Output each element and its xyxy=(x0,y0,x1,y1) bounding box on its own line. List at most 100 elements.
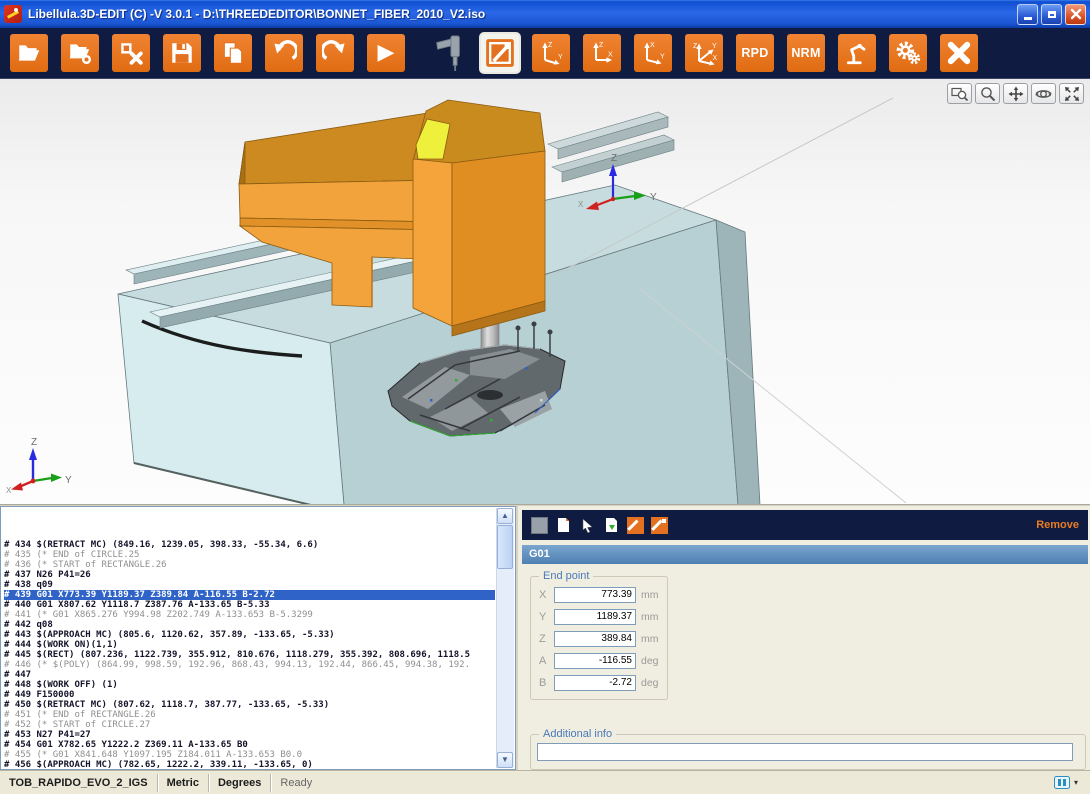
gcode-line[interactable]: # 434 $(RETRACT MC) (849.16, 1239.05, 39… xyxy=(4,540,495,550)
gcode-line[interactable]: # 441 (* G01 X865.276 Y994.98 Z202.749 A… xyxy=(4,610,495,620)
status-units: Metric xyxy=(158,774,209,792)
gcode-line[interactable]: # 451 (* END of RECTANGLE.26 xyxy=(4,710,495,720)
close-file-icon xyxy=(118,40,144,66)
gcode-line[interactable]: # 454 G01 X782.65 Y1222.2 Z369.11 A-133.… xyxy=(4,740,495,750)
save-copy-button[interactable] xyxy=(214,34,252,72)
minimize-button[interactable] xyxy=(1017,4,1038,25)
gcode-line[interactable]: # 453 N27 P41=27 xyxy=(4,730,495,740)
gcode-line[interactable]: # 452 (* START of CIRCLE.27 xyxy=(4,720,495,730)
zoom-window-button[interactable] xyxy=(947,83,972,104)
y-input[interactable]: 1189.37 xyxy=(554,609,636,625)
view-zx-button[interactable]: Z X xyxy=(583,34,621,72)
close-file-button[interactable] xyxy=(112,34,150,72)
scroll-down-button[interactable]: ▼ xyxy=(497,752,513,768)
rpd-button[interactable]: RPD xyxy=(736,34,774,72)
gcode-line[interactable]: # 437 N26 P41=26 xyxy=(4,570,495,580)
redo-button[interactable] xyxy=(316,34,354,72)
save-button[interactable] xyxy=(163,34,201,72)
title-bar[interactable]: Libellula.3D-EDIT (C) -V 3.0.1 - D:\THRE… xyxy=(0,0,1090,28)
b-label: B xyxy=(539,677,554,689)
settings-button[interactable] xyxy=(889,34,927,72)
fit-view-button[interactable] xyxy=(1059,83,1084,104)
svg-text:Y: Y xyxy=(65,475,72,486)
new-line-icon[interactable] xyxy=(555,517,572,534)
torch-icon xyxy=(432,33,466,73)
select-icon[interactable] xyxy=(579,517,596,534)
viewport-3d[interactable]: Z Y X Z Y X xyxy=(0,78,1090,504)
additional-info-input[interactable] xyxy=(537,743,1073,761)
gcode-line[interactable]: # 436 (* START of RECTANGLE.26 xyxy=(4,560,495,570)
block-title: G01 xyxy=(529,548,550,560)
run-button[interactable]: ▶ xyxy=(367,34,405,72)
view-xy-button[interactable]: X Y xyxy=(634,34,672,72)
gcode-line[interactable]: # 442 q08 xyxy=(4,620,495,630)
svg-text:Y: Y xyxy=(558,54,563,61)
gcode-line[interactable]: # 443 $(APPROACH MC) (805.6, 1120.62, 35… xyxy=(4,630,495,640)
svg-text:X: X xyxy=(650,42,655,49)
scroll-up-button[interactable]: ▲ xyxy=(497,508,513,524)
gcode-line[interactable]: # 450 $(RETRACT MC) (807.62, 1118.7, 387… xyxy=(4,700,495,710)
gcode-panel[interactable]: # 434 $(RETRACT MC) (849.16, 1239.05, 39… xyxy=(0,506,516,770)
gcode-line[interactable]: # 447 xyxy=(4,670,495,680)
gcode-line[interactable]: # 438 q09 xyxy=(4,580,495,590)
b-unit: deg xyxy=(641,677,659,689)
view-iso-button[interactable]: Z Y X xyxy=(685,34,723,72)
svg-text:Z: Z xyxy=(693,43,698,50)
y-unit: mm xyxy=(641,611,659,623)
grid-icon[interactable] xyxy=(531,517,548,534)
open-file-button[interactable] xyxy=(10,34,48,72)
y-label: Y xyxy=(539,611,554,623)
svg-text:Z: Z xyxy=(611,153,617,164)
remove-button[interactable]: Remove xyxy=(1036,519,1079,531)
insert-line-icon[interactable] xyxy=(603,517,620,534)
viewport-controls xyxy=(947,83,1084,104)
gcode-line[interactable]: # 445 $(RECT) (807.236, 1122.739, 355.91… xyxy=(4,650,495,660)
nrm-button[interactable]: NRM xyxy=(787,34,825,72)
gcode-line[interactable]: # 446 (* $(POLY) (864.99, 998.59, 192.96… xyxy=(4,660,495,670)
restore-button[interactable] xyxy=(1041,4,1062,25)
additional-info-legend: Additional info xyxy=(539,727,616,741)
zoom-button[interactable] xyxy=(975,83,1000,104)
layout-panels-icon[interactable] xyxy=(1054,776,1070,789)
z-input[interactable]: 389.84 xyxy=(554,631,636,647)
view-zy-button[interactable]: Z Y xyxy=(532,34,570,72)
edit-line-icon[interactable] xyxy=(627,517,644,534)
edit-geometry-icon[interactable] xyxy=(651,517,668,534)
close-button[interactable] xyxy=(1065,4,1086,25)
verify-toggle-button[interactable] xyxy=(481,34,519,72)
gcode-line[interactable]: # 448 $(WORK OFF) (1) xyxy=(4,680,495,690)
open-drawing-button[interactable] xyxy=(61,34,99,72)
b-input[interactable]: -2.72 xyxy=(554,675,636,691)
axis-triad-world: Z Y X xyxy=(6,437,72,495)
fit-view-icon xyxy=(1064,86,1080,102)
pan-button[interactable] xyxy=(1003,83,1028,104)
svg-text:Y: Y xyxy=(660,54,665,61)
svg-text:Y: Y xyxy=(650,192,657,203)
a-input[interactable]: -116.55 xyxy=(554,653,636,669)
x-input[interactable]: 773.39 xyxy=(554,587,636,603)
dropdown-caret-icon[interactable]: ▾ xyxy=(1074,778,1078,787)
robot-button[interactable] xyxy=(838,34,876,72)
a-label: A xyxy=(539,655,554,667)
gcode-line[interactable]: # 435 (* END of CIRCLE.25 xyxy=(4,550,495,560)
torch-tool-button[interactable] xyxy=(430,34,468,72)
undo-button[interactable] xyxy=(265,34,303,72)
zoom-icon xyxy=(980,86,996,102)
gcode-line[interactable]: # 444 $(WORK ON)(1,1) xyxy=(4,640,495,650)
svg-text:X: X xyxy=(6,486,12,495)
gcode-line[interactable]: # 439 G01 X773.39 Y1189.37 Z389.84 A-116… xyxy=(4,590,495,600)
gcode-line[interactable]: # 449 F150000 xyxy=(4,690,495,700)
gcode-scrollbar[interactable]: ▲ ▼ xyxy=(496,508,514,768)
open-folder-plus-icon xyxy=(67,40,93,66)
exit-button[interactable] xyxy=(940,34,978,72)
scroll-thumb[interactable] xyxy=(497,525,513,569)
play-icon: ▶ xyxy=(378,42,395,64)
gcode-line[interactable]: # 456 $(APPROACH MC) (782.65, 1222.2, 33… xyxy=(4,760,495,768)
gcode-line[interactable]: # 455 (* G01 X841.648 Y1097.195 Z184.011… xyxy=(4,750,495,760)
block-header: G01 xyxy=(522,545,1088,564)
endpoint-group: End point X 773.39 mm Y 1189.37 mm Z 389… xyxy=(530,576,668,700)
gcode-line[interactable]: # 440 G01 X807.62 Y1118.7 Z387.76 A-133.… xyxy=(4,600,495,610)
pan-icon xyxy=(1008,86,1024,102)
close-icon xyxy=(1070,8,1082,20)
orbit-button[interactable] xyxy=(1031,83,1056,104)
